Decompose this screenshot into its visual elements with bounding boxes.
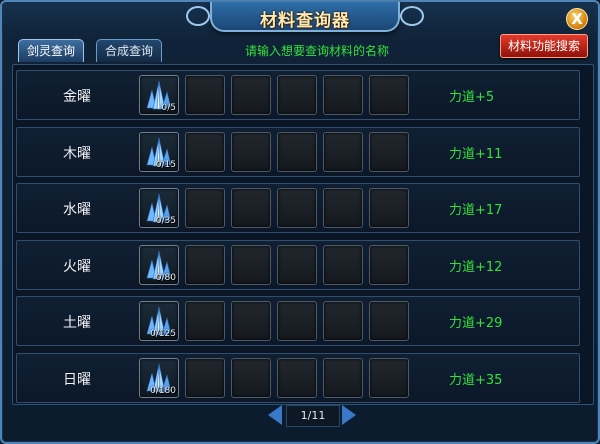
empty-slot[interactable] xyxy=(323,245,363,285)
material-row: 木曜 0/15 力道+11 xyxy=(16,127,580,177)
material-row: 土曜 0/125 力道+29 xyxy=(16,296,580,346)
material-item-slot[interactable]: 0/35 xyxy=(139,188,179,228)
search-hint: 请输入想要查询材料的名称 xyxy=(245,44,390,58)
empty-slot[interactable] xyxy=(231,245,271,285)
material-row: 火曜 0/80 力道+12 xyxy=(16,240,580,290)
empty-slot[interactable] xyxy=(277,245,317,285)
empty-slot[interactable] xyxy=(231,132,271,172)
empty-slot[interactable] xyxy=(185,358,225,398)
material-search-button[interactable]: 材料功能搜索 xyxy=(500,34,588,58)
item-count: 0/15 xyxy=(155,160,176,170)
material-name: 火曜 xyxy=(63,259,91,275)
empty-slot[interactable] xyxy=(369,188,409,228)
prev-page-arrow-icon[interactable] xyxy=(268,405,282,425)
material-name: 木曜 xyxy=(63,146,91,162)
empty-slot[interactable] xyxy=(369,75,409,115)
empty-slot[interactable] xyxy=(231,188,271,228)
tab-synthesis-query[interactable]: 合成查询 xyxy=(96,39,163,62)
item-count: 0/125 xyxy=(150,329,176,339)
empty-slot[interactable] xyxy=(323,132,363,172)
empty-slot[interactable] xyxy=(277,301,317,341)
empty-slot[interactable] xyxy=(369,132,409,172)
material-name: 水曜 xyxy=(63,202,91,218)
material-item-slot[interactable]: 0/15 xyxy=(139,132,179,172)
empty-slot[interactable] xyxy=(185,132,225,172)
material-row: 水曜 0/35 力道+17 xyxy=(16,183,580,233)
empty-slot[interactable] xyxy=(369,358,409,398)
empty-slot[interactable] xyxy=(323,75,363,115)
item-count: 0/35 xyxy=(155,216,176,226)
empty-slot[interactable] xyxy=(231,301,271,341)
material-item-slot[interactable]: 0/180 xyxy=(139,358,179,398)
close-button[interactable]: X xyxy=(566,8,588,30)
title-plate: 材料查询器 xyxy=(186,2,424,32)
material-query-window: 材料查询器 X 剑灵查询 合成查询 请输入想要查询材料的名称 材料功能搜索 金曜… xyxy=(0,0,600,444)
stat-bonus: 力道+12 xyxy=(449,260,503,275)
next-page-arrow-icon[interactable] xyxy=(342,405,356,425)
material-item-slot[interactable]: 0/80 xyxy=(139,245,179,285)
material-row: 日曜 0/180 力道+35 xyxy=(16,353,580,403)
empty-slot[interactable] xyxy=(231,75,271,115)
stat-bonus: 力道+11 xyxy=(449,147,503,162)
empty-slot[interactable] xyxy=(277,75,317,115)
stat-bonus: 力道+17 xyxy=(449,203,503,218)
window-title: 材料查询器 xyxy=(260,11,350,31)
material-list: 金曜 0/5 力道+5 木曜 0/15 力道+11 水曜 0/35 力道+17 火曜 0/80 力道+… xyxy=(12,64,594,405)
empty-slot[interactable] xyxy=(323,188,363,228)
material-name: 日曜 xyxy=(63,372,91,388)
stat-bonus: 力道+5 xyxy=(449,90,495,105)
empty-slot[interactable] xyxy=(369,301,409,341)
empty-slot[interactable] xyxy=(277,358,317,398)
empty-slot[interactable] xyxy=(185,75,225,115)
empty-slot[interactable] xyxy=(369,245,409,285)
pagination: 1/11 xyxy=(268,405,356,427)
empty-slot[interactable] xyxy=(277,188,317,228)
item-count: 0/5 xyxy=(161,103,176,113)
empty-slot[interactable] xyxy=(277,132,317,172)
empty-slot[interactable] xyxy=(185,301,225,341)
material-item-slot[interactable]: 0/5 xyxy=(139,75,179,115)
material-name: 土曜 xyxy=(63,315,91,331)
empty-slot[interactable] xyxy=(323,301,363,341)
tab-sword-spirit-query[interactable]: 剑灵查询 xyxy=(18,39,85,62)
material-name: 金曜 xyxy=(63,89,91,105)
stat-bonus: 力道+29 xyxy=(449,316,503,331)
empty-slot[interactable] xyxy=(185,245,225,285)
empty-slot[interactable] xyxy=(185,188,225,228)
empty-slot[interactable] xyxy=(231,358,271,398)
stat-bonus: 力道+35 xyxy=(449,373,503,388)
item-count: 0/180 xyxy=(150,386,176,396)
item-count: 0/80 xyxy=(155,273,176,283)
empty-slot[interactable] xyxy=(323,358,363,398)
material-row: 金曜 0/5 力道+5 xyxy=(16,70,580,120)
material-item-slot[interactable]: 0/125 xyxy=(139,301,179,341)
page-indicator: 1/11 xyxy=(286,405,340,427)
